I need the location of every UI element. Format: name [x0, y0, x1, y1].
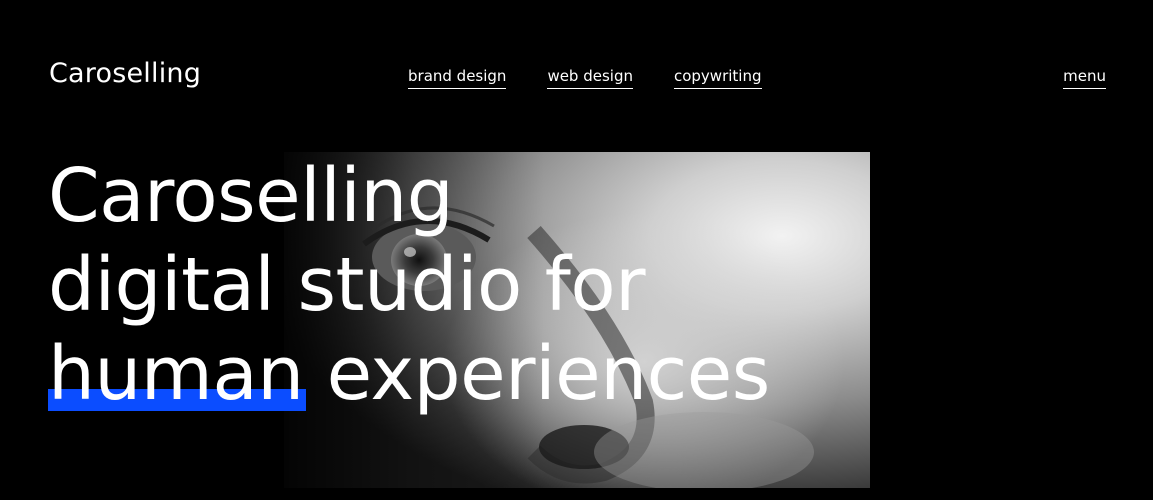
hero-headline-wrap: Caroselling digital studio for human exp… — [0, 0, 1153, 500]
headline-highlight-word: human — [48, 331, 306, 417]
headline-line-2: digital studio for — [48, 242, 646, 328]
headline-line-3: human experiences — [48, 330, 770, 419]
headline-line-3-rest: experiences — [303, 331, 771, 417]
hero-headline: Caroselling digital studio for human exp… — [48, 152, 770, 419]
page: Caroselling brand design web design copy… — [0, 0, 1153, 500]
headline-line-1: Caroselling — [48, 153, 454, 239]
